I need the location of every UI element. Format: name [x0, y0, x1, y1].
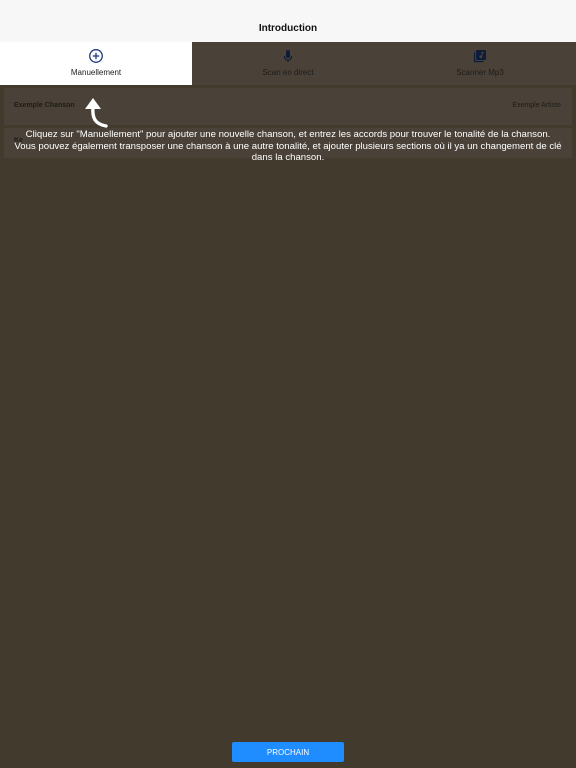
tab-bar: Manuellement Scan en direct Scanner Mp3	[0, 42, 576, 85]
next-button[interactable]: PROCHAIN	[232, 742, 344, 762]
tab-scan-en-direct[interactable]: Scan en direct	[192, 42, 384, 85]
song-artist: Exemple Artiste	[512, 102, 561, 109]
add-circle-icon	[89, 49, 103, 63]
tutorial-hint-text: Cliquez sur "Manuellement" pour ajouter …	[14, 129, 562, 163]
tab-label: Manuellement	[70, 68, 122, 77]
music-library-icon	[473, 50, 486, 63]
tab-scanner-mp3[interactable]: Scanner Mp3	[384, 42, 576, 85]
song-name: Exemple Chanson	[14, 102, 75, 109]
tab-manuellement[interactable]: Manuellement	[0, 42, 192, 85]
curved-arrow-icon	[85, 98, 108, 128]
microphone-icon	[283, 50, 293, 62]
tab-label: Scanner Mp3	[456, 68, 504, 77]
tab-label: Scan en direct	[262, 68, 314, 77]
page-title: Introduction	[258, 22, 318, 34]
navigation-bar: Introduction	[0, 0, 576, 43]
